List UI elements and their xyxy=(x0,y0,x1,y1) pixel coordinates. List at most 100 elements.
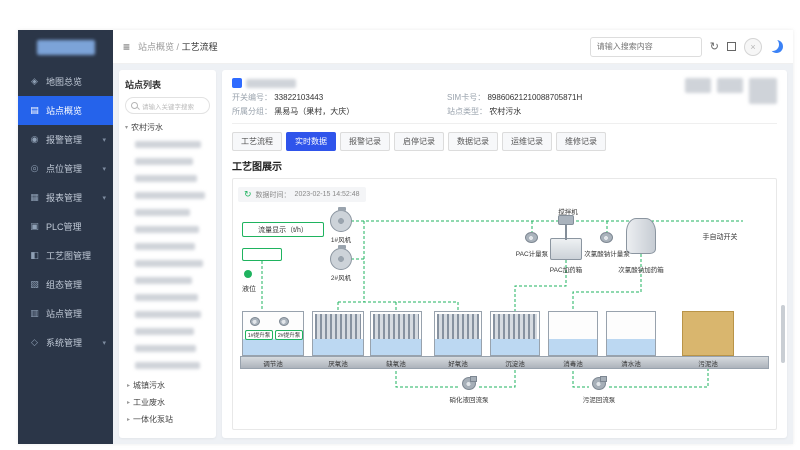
site-overview-icon: ▤ xyxy=(29,105,40,116)
site-list-item-redacted[interactable] xyxy=(135,192,205,199)
sidebar-item-alarm-mgmt[interactable]: ◉ 报警管理 ▾ xyxy=(18,125,113,154)
sidebar-item-label: 报警管理 xyxy=(46,133,82,146)
field-switch-no: 开关编号： 33822103443 xyxy=(232,92,447,103)
tree-group-label: 一体化泵站 xyxy=(133,414,173,425)
sludge-return-pump-icon xyxy=(590,376,607,390)
tab-ops-records[interactable]: 运维记录 xyxy=(502,132,552,151)
fan-2-icon xyxy=(330,248,352,270)
mixer-label: 搅拌机 xyxy=(558,206,578,216)
tree-group-rural-sewage[interactable]: ▾ 农村污水 xyxy=(125,122,210,133)
theme-moon-icon[interactable] xyxy=(770,40,783,53)
sidebar-item-label: 点位管理 xyxy=(46,162,82,175)
site-list-item-redacted[interactable] xyxy=(135,158,193,165)
sidebar-item-label: 报表管理 xyxy=(46,191,82,204)
sidebar-item-process-diagram-mgmt[interactable]: ◧ 工艺图管理 xyxy=(18,241,113,270)
tank-anaerobic xyxy=(312,311,364,356)
sidebar-item-site-mgmt[interactable]: ▥ 站点管理 xyxy=(18,299,113,328)
tank-sedimentation xyxy=(490,311,540,356)
detail-tabs: 工艺流程 实时数据 报警记录 启停记录 数据记录 运维记录 维修记录 xyxy=(232,132,777,151)
site-list-item-redacted[interactable] xyxy=(135,209,190,216)
site-list-item-redacted[interactable] xyxy=(135,141,201,148)
map-icon: ◈ xyxy=(29,76,40,87)
sidebar-item-point-mgmt[interactable]: ◎ 点位管理 ▾ xyxy=(18,154,113,183)
site-badge-icon xyxy=(232,78,242,88)
site-search-box[interactable]: 请输入关键字搜索 xyxy=(125,97,210,114)
sidebar-item-system-mgmt[interactable]: ◇ 系统管理 ▾ xyxy=(18,328,113,357)
nitrate-return-pump-label: 硝化液回流泵 xyxy=(450,394,489,404)
tank-label: 污泥池 xyxy=(698,358,718,368)
fan-1-icon xyxy=(330,210,352,232)
site-list-item-redacted[interactable] xyxy=(135,294,198,301)
tank-sludge xyxy=(682,311,734,356)
sidebar-item-report-mgmt[interactable]: ▦ 报表管理 ▾ xyxy=(18,183,113,212)
sidebar-item-map-overview[interactable]: ◈ 地图总览 xyxy=(18,67,113,96)
site-search-placeholder: 请输入关键字搜索 xyxy=(142,101,194,111)
sidebar-item-label: 地图总览 xyxy=(46,75,82,88)
site-list-item-redacted[interactable] xyxy=(135,277,192,284)
main-panel: 开关编号： 33822103443 SIM卡号： 898606212100887… xyxy=(222,70,787,438)
site-list-item-redacted[interactable] xyxy=(135,362,200,369)
site-list-item-redacted[interactable] xyxy=(135,175,197,182)
site-list-item-redacted[interactable] xyxy=(135,311,201,318)
chevron-down-icon: ▾ xyxy=(102,194,106,202)
site-list-item-redacted[interactable] xyxy=(135,243,195,250)
avatar[interactable]: × xyxy=(744,38,762,56)
point-icon: ◎ xyxy=(29,163,40,174)
logo-image xyxy=(37,40,95,55)
tank-label: 缺氧池 xyxy=(386,358,406,368)
flow-value-box xyxy=(242,248,282,261)
tree-group-label: 农村污水 xyxy=(131,122,163,133)
tab-realtime-data[interactable]: 实时数据 xyxy=(286,132,336,151)
tab-repair-records[interactable]: 维修记录 xyxy=(556,132,606,151)
tab-alarm-records[interactable]: 报警记录 xyxy=(340,132,390,151)
site-list-item-redacted[interactable] xyxy=(135,226,199,233)
site-list-item-redacted[interactable] xyxy=(135,260,203,267)
pac-pump-label: PAC计量泵 xyxy=(516,248,548,258)
sidebar-item-config-mgmt[interactable]: ▧ 组态管理 xyxy=(18,270,113,299)
sidebar-item-label: 系统管理 xyxy=(46,336,82,349)
header-action-redacted[interactable] xyxy=(717,78,743,93)
tree-group-industrial-wastewater[interactable]: ▸ 工业废水 xyxy=(127,397,210,408)
avatar-mark: × xyxy=(750,42,755,52)
tree-group-town-sewage[interactable]: ▸ 城镇污水 xyxy=(127,380,210,391)
tank-anoxic xyxy=(370,311,422,356)
tab-data-records[interactable]: 数据记录 xyxy=(448,132,498,151)
tab-start-stop-records[interactable]: 启停记录 xyxy=(394,132,444,151)
tab-process-flow[interactable]: 工艺流程 xyxy=(232,132,282,151)
sidebar-item-label: PLC管理 xyxy=(46,220,82,233)
sidebar-item-plc-mgmt[interactable]: ▣ PLC管理 xyxy=(18,212,113,241)
menu-collapse-icon[interactable]: ≡ xyxy=(123,40,130,54)
site-list-title: 站点列表 xyxy=(125,78,210,91)
sludge-return-pump-label: 污泥回流泵 xyxy=(583,394,616,404)
site-list-panel: 站点列表 请输入关键字搜索 ▾ 农村污水 xyxy=(119,70,216,438)
sidebar-item-label: 工艺图管理 xyxy=(46,249,91,262)
system-icon: ◇ xyxy=(29,337,40,348)
site-list-item-redacted[interactable] xyxy=(135,328,194,335)
data-time-pill: ↻ 数据时间： 2023-02-15 14:52:48 xyxy=(238,187,366,202)
sidebar: ◈ 地图总览 ▤ 站点概览 ◉ 报警管理 ▾ ◎ 点位管理 ▾ ▦ 报表管理 ▾ xyxy=(18,30,113,444)
naclo-pump-label: 次氯酸钠计量泵 xyxy=(584,248,630,258)
lift-pump-1-label: 1#提升泵 xyxy=(245,330,273,340)
site-mgmt-icon: ▥ xyxy=(29,308,40,319)
report-icon: ▦ xyxy=(29,192,40,203)
data-time-label: 数据时间： xyxy=(256,190,291,200)
tree-group-integrated-pump-station[interactable]: ▸ 一体化泵站 xyxy=(127,414,210,425)
header-action-redacted[interactable] xyxy=(685,78,711,93)
site-list-item-redacted[interactable] xyxy=(135,345,196,352)
sync-icon[interactable]: ↻ xyxy=(710,40,719,53)
tank-label: 清水池 xyxy=(621,358,641,368)
breadcrumb-parent[interactable]: 站点概览 xyxy=(138,42,174,52)
naclo-tank-icon xyxy=(626,218,656,254)
sidebar-item-site-overview[interactable]: ▤ 站点概览 xyxy=(18,96,113,125)
chevron-right-icon: ▸ xyxy=(127,416,130,423)
scrollbar[interactable] xyxy=(781,305,785,363)
fullscreen-icon[interactable] xyxy=(727,42,736,51)
global-search-input[interactable] xyxy=(590,37,702,57)
level-indicator-dot xyxy=(244,270,252,278)
naclo-tank-label: 次氯酸钠加药箱 xyxy=(618,264,664,274)
app-window: ◈ 地图总览 ▤ 站点概览 ◉ 报警管理 ▾ ◎ 点位管理 ▾ ▦ 报表管理 ▾ xyxy=(18,30,793,444)
refresh-icon[interactable]: ↻ xyxy=(244,189,252,200)
diagram-icon: ◧ xyxy=(29,250,40,261)
level-label: 液位 xyxy=(242,284,256,294)
site-name-redacted xyxy=(246,79,296,88)
